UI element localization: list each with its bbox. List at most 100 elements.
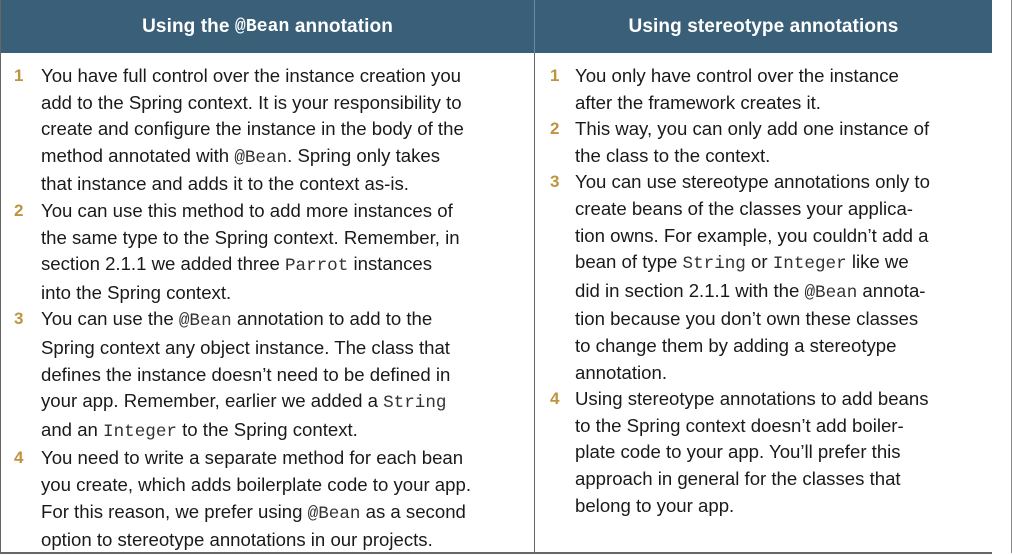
stereotype-list-item: 4 Using stereotype annotations to add bea… bbox=[535, 386, 992, 519]
text-line: plate code to your app. You’ll prefer th… bbox=[575, 439, 929, 466]
text-line: You can use stereotype annotations only … bbox=[575, 169, 930, 196]
text-segment: create and configure the instance in the… bbox=[41, 118, 464, 140]
text-line: the same type to the Spring context. Rem… bbox=[41, 225, 460, 252]
text-segment: after the framework creates it. bbox=[575, 91, 821, 113]
text-line: You can use this method to add more inst… bbox=[41, 198, 460, 225]
text-line: option to stereotype annotations in our … bbox=[41, 527, 471, 554]
text-segment: create beans of the classes your applica… bbox=[575, 197, 913, 219]
inline-code: @Bean bbox=[307, 503, 361, 524]
item-text: Using stereotype annotations to add bean… bbox=[575, 386, 929, 519]
text-segment: You can use the bbox=[41, 308, 179, 330]
text-segment: did in section 2.1.1 with the bbox=[575, 279, 805, 301]
stereotype-list-item: 1 You only have control over the instance… bbox=[535, 63, 992, 116]
text-segment: to the Spring context. bbox=[176, 418, 358, 440]
text-segment: annotation to add to the bbox=[231, 308, 433, 330]
bean-list-item: 1 You have full control over the instance… bbox=[1, 63, 534, 198]
text-line: annotation. bbox=[575, 360, 930, 387]
item-text: You have full control over the instance … bbox=[41, 63, 464, 198]
text-segment: that instance and adds it to the context… bbox=[41, 173, 409, 195]
text-line: into the Spring context. bbox=[41, 280, 460, 307]
header-bean-code: @Bean bbox=[234, 16, 290, 37]
text-segment: bean of type bbox=[575, 251, 683, 273]
text-segment: your app. Remember, earlier we added a bbox=[41, 390, 384, 412]
inline-code: Integer bbox=[772, 254, 847, 275]
item-number: 2 bbox=[14, 200, 24, 220]
inline-code: String bbox=[682, 254, 746, 275]
text-line: You only have control over the instance bbox=[575, 63, 899, 90]
text-segment: option to stereotype annotations in our … bbox=[41, 529, 433, 551]
text-segment: the class to the context. bbox=[575, 144, 771, 166]
bean-list-item: 3 You can use the @Bean annotation to add… bbox=[1, 306, 534, 445]
item-text: You only have control over the instance a… bbox=[575, 63, 899, 116]
text-segment: and an bbox=[41, 418, 104, 440]
text-line: to change them by adding a stereotype bbox=[575, 333, 930, 360]
item-text: You need to write a separate method for … bbox=[41, 445, 471, 553]
text-line: belong to your app. bbox=[575, 493, 929, 520]
stereotype-list-item: 3 You can use stereotype annotations only… bbox=[535, 169, 992, 386]
item-number: 1 bbox=[14, 66, 24, 85]
text-segment: into the Spring context. bbox=[41, 281, 232, 303]
text-line: did in section 2.1.1 with the @Bean anno… bbox=[575, 278, 930, 307]
text-segment: the same type to the Spring context. Rem… bbox=[41, 226, 460, 248]
text-line: create and configure the instance in the… bbox=[41, 116, 464, 143]
text-segment: You can use this method to add more inst… bbox=[41, 199, 453, 221]
text-line: section 2.1.1 we added three Parrot inst… bbox=[41, 251, 460, 280]
text-segment: This way, you can only add one instance … bbox=[575, 118, 930, 140]
column-bean-annotation: 1 You have full control over the instance… bbox=[1, 53, 535, 554]
item-text: You can use stereotype annotations only … bbox=[575, 169, 930, 386]
text-segment: tion owns. For example, you couldn’t add… bbox=[575, 224, 929, 246]
text-segment: annotation. bbox=[575, 361, 668, 383]
item-number: 3 bbox=[550, 172, 560, 192]
inline-code: Parrot bbox=[284, 256, 349, 277]
inline-code: String bbox=[383, 393, 447, 414]
item-text: This way, you can only add one instance … bbox=[575, 116, 929, 169]
item-number: 2 bbox=[550, 119, 560, 139]
text-line: For this reason, we prefer using @Bean a… bbox=[41, 499, 471, 528]
text-segment: to the Spring context doesn’t add boiler… bbox=[575, 414, 904, 436]
bean-list-item: 4 You need to write a separate method for… bbox=[1, 445, 534, 553]
text-segment: approach in general for the classes that bbox=[575, 467, 901, 489]
text-line: approach in general for the classes that bbox=[575, 466, 929, 493]
inline-code: @Bean bbox=[178, 311, 232, 332]
text-line: and an Integer to the Spring context. bbox=[41, 417, 450, 446]
text-line: the class to the context. bbox=[575, 143, 929, 170]
inline-code: @Bean bbox=[804, 282, 858, 303]
text-line: Spring context any object instance. The … bbox=[41, 335, 450, 362]
text-segment: instances bbox=[348, 253, 433, 275]
text-segment: section 2.1.1 we added three bbox=[41, 253, 285, 275]
text-line: add to the Spring context. It is your re… bbox=[41, 90, 464, 117]
text-segment: or bbox=[745, 251, 773, 273]
header-bean-after: annotation bbox=[289, 15, 393, 37]
text-segment: Using stereotype annotations to add bean… bbox=[575, 388, 929, 410]
text-line: You have full control over the instance … bbox=[41, 63, 464, 90]
text-segment: For this reason, we prefer using bbox=[41, 500, 308, 522]
text-line: to the Spring context doesn’t add boiler… bbox=[575, 413, 929, 440]
text-segment: annota- bbox=[857, 279, 926, 301]
text-segment: plate code to your app. You’ll prefer th… bbox=[575, 441, 901, 463]
text-segment: tion because you don’t own these classes bbox=[575, 308, 919, 330]
text-segment: You can use stereotype annotations only … bbox=[575, 171, 930, 193]
text-line: tion because you don’t own these classes bbox=[575, 306, 930, 333]
header-bean-annotation: Using the @Bean annotation bbox=[1, 0, 535, 53]
text-segment: You have full control over the instance … bbox=[41, 65, 462, 86]
item-number: 1 bbox=[550, 66, 560, 85]
inline-code: @Bean bbox=[234, 147, 288, 168]
text-line: You can use the @Bean annotation to add … bbox=[41, 306, 450, 335]
header-stereotype-annotations: Using stereotype annotations bbox=[535, 0, 992, 53]
text-line: bean of type String or Integer like we bbox=[575, 249, 930, 278]
text-line: This way, you can only add one instance … bbox=[575, 116, 929, 143]
text-line: Using stereotype annotations to add bean… bbox=[575, 386, 929, 413]
text-line: your app. Remember, earlier we added a S… bbox=[41, 388, 450, 417]
item-text: You can use the @Bean annotation to add … bbox=[41, 306, 450, 445]
text-line: defines the instance doesn’t need to be … bbox=[41, 362, 450, 389]
text-segment: like we bbox=[846, 251, 909, 273]
column-stereotype-annotations: 1 You only have control over the instance… bbox=[535, 53, 992, 554]
text-segment: method annotated with bbox=[41, 144, 235, 166]
text-segment: You need to write a separate method for … bbox=[41, 447, 464, 469]
text-segment: as a second bbox=[360, 500, 466, 522]
text-line: tion owns. For example, you couldn’t add… bbox=[575, 223, 930, 250]
right-rule bbox=[1011, 0, 1012, 553]
text-line: after the framework creates it. bbox=[575, 90, 899, 117]
text-line: create beans of the classes your applica… bbox=[575, 196, 930, 223]
text-segment: you create, which adds boilerplate code … bbox=[41, 473, 471, 495]
